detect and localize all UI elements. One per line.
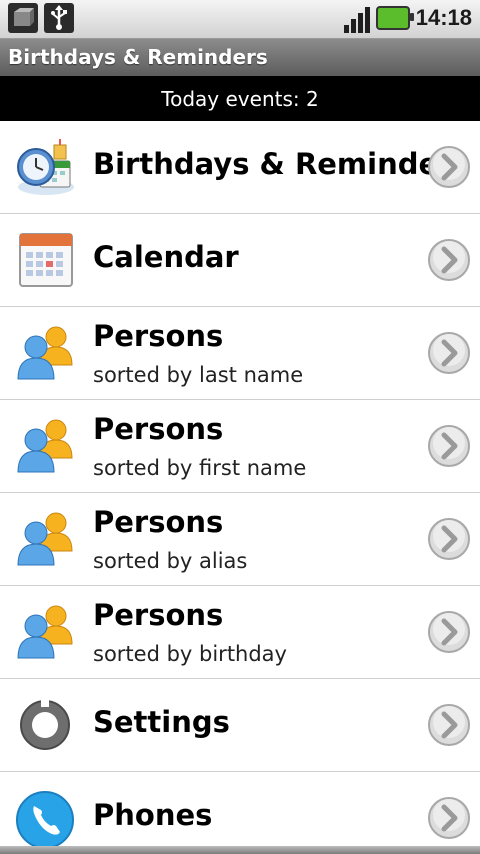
menu-item-sublabel: sorted by last name [93,363,304,387]
signal-icon [343,3,370,33]
settings-icon [14,695,76,755]
menu-item-label: Settings [93,705,230,739]
persons-icon [14,602,76,662]
menu-item-label: Persons [93,319,224,353]
today-events-banner: Today events: 2 [0,76,480,121]
chevron-right-icon [428,797,470,839]
phone-icon [14,788,76,849]
menu-item-phones[interactable]: Phones [0,772,480,854]
battery-icon [375,6,414,30]
chevron-right-icon [428,704,470,746]
menu-item-birthdays-reminders[interactable]: Birthdays & Reminders [0,121,480,214]
status-bar: 14:18 [0,0,480,39]
app-title-bar: Birthdays & Reminders [0,39,480,76]
menu-item-label: Persons [93,412,224,446]
today-events-text: Today events: 2 [161,86,319,111]
status-right-icons: 14:18 [343,3,472,33]
menu-item-sublabel: sorted by alias [93,549,248,573]
menu-item-label: Persons [93,505,224,539]
chevron-right-icon [428,425,470,467]
status-clock: 14:18 [415,5,472,30]
status-left-icons [8,3,74,33]
menu-item-settings[interactable]: Settings [0,679,480,772]
menu-item-persons-birthday[interactable]: Persons sorted by birthday [0,586,480,679]
persons-icon [14,416,76,476]
usb-icon [44,3,74,33]
app-title: Birthdays & Reminders [8,45,268,69]
clock-calendar-icon [14,137,76,197]
persons-icon [14,323,76,383]
chevron-right-icon [428,611,470,653]
chevron-right-icon [428,146,470,188]
menu-item-label: Birthdays & Reminders [93,147,470,181]
bottom-edge-shadow [0,846,480,854]
app-box-icon [8,3,38,33]
menu-item-label: Calendar [93,240,239,274]
menu-item-persons-last-name[interactable]: Persons sorted by last name [0,307,480,400]
menu-item-calendar[interactable]: Calendar [0,214,480,307]
menu-item-sublabel: sorted by first name [93,456,307,480]
menu-item-label: Phones [93,798,213,832]
calendar-icon [14,230,76,290]
menu-item-persons-first-name[interactable]: Persons sorted by first name [0,400,480,493]
chevron-right-icon [428,332,470,374]
main-menu-list: Birthdays & Reminders Calendar Persons s… [0,121,480,854]
persons-icon [14,509,76,569]
menu-item-sublabel: sorted by birthday [93,642,287,666]
chevron-right-icon [428,239,470,281]
menu-item-persons-alias[interactable]: Persons sorted by alias [0,493,480,586]
chevron-right-icon [428,518,470,560]
menu-item-label: Persons [93,598,224,632]
